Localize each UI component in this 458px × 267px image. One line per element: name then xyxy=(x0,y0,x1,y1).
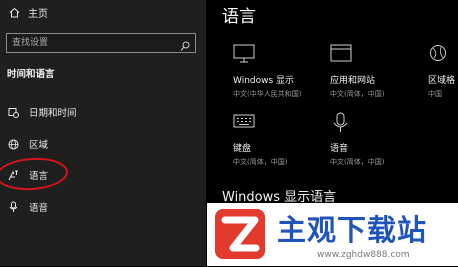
microphone-icon xyxy=(330,112,440,138)
region-globe-icon xyxy=(428,44,458,70)
tile-windows-display[interactable]: Windows 显示 中文(中华人民共和国) xyxy=(233,44,343,99)
settings-search-box[interactable] xyxy=(6,33,196,53)
sidebar-item-label: 语音 xyxy=(29,203,49,214)
tile-title: 键盘 xyxy=(233,144,252,154)
tile-title: 应用和网站 xyxy=(330,76,376,86)
tile-subtitle: 中文(简体，中国) xyxy=(330,158,385,166)
calendar-clock-icon xyxy=(7,106,19,118)
sidebar-item-speech[interactable]: 语音 xyxy=(7,199,48,215)
section-title: 时间和语言 xyxy=(7,69,55,80)
tile-keyboard[interactable]: 键盘 中文(简体，中国) xyxy=(233,112,343,167)
tile-subtitle: 中国 xyxy=(428,90,442,98)
app-window-icon xyxy=(330,44,440,70)
page-title: 语言 xyxy=(222,7,256,27)
monitor-icon xyxy=(233,44,343,70)
sidebar-item-date-time[interactable]: 日期和时间 xyxy=(7,104,77,120)
tile-regional-format[interactable]: 区域格 中国 xyxy=(428,44,458,99)
tile-speech[interactable]: 语音 中文(简体，中国) xyxy=(330,112,440,167)
home-nav-item[interactable]: 主页 xyxy=(8,4,48,20)
watermark-title: 主观下载站 xyxy=(277,213,428,247)
settings-sidebar: 主页 时间和语言 日期和时间 区域 语言 语音 xyxy=(0,0,206,266)
tile-title: Windows 显示 xyxy=(233,76,295,86)
sidebar-item-label: 日期和时间 xyxy=(29,108,77,119)
keyboard-icon xyxy=(233,112,343,138)
zghdw-logo xyxy=(211,205,269,263)
tile-title: 区域格 xyxy=(428,76,456,86)
microphone-icon xyxy=(7,201,19,213)
watermark-banner: 主观下载站 www.zghdw888.com xyxy=(207,203,458,266)
tile-apps-websites[interactable]: 应用和网站 中文(简体，中国) xyxy=(330,44,440,99)
sidebar-item-region[interactable]: 区域 xyxy=(7,136,48,152)
tile-subtitle: 中文(简体，中国) xyxy=(330,90,385,98)
search-input[interactable] xyxy=(7,34,182,52)
home-label: 主页 xyxy=(28,8,48,20)
search-icon[interactable] xyxy=(180,37,190,51)
highlight-annotation-oval xyxy=(0,155,70,193)
tile-subtitle: 中文(简体，中国) xyxy=(233,158,288,166)
home-icon xyxy=(8,7,20,18)
globe-icon xyxy=(7,138,19,150)
tile-title: 语音 xyxy=(330,144,349,154)
tile-subtitle: 中文(中华人民共和国) xyxy=(233,90,302,98)
sidebar-item-label: 区域 xyxy=(29,140,49,151)
watermark-url: www.zghdw888.com xyxy=(317,250,410,260)
